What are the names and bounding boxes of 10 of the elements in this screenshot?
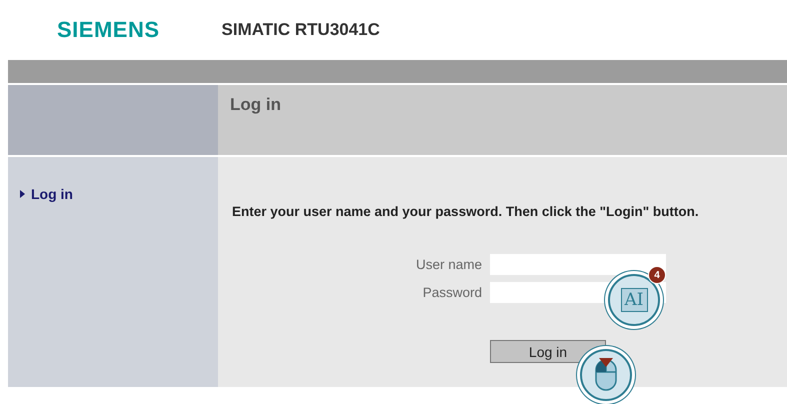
field-label: User name	[414, 257, 482, 272]
logo: SIEMENS	[57, 17, 160, 43]
mouse-icon	[594, 358, 618, 392]
keyboard-key-icon: AI	[620, 288, 648, 312]
triangle-icon	[20, 190, 25, 198]
product-name: SIMATIC RTU3041C	[222, 20, 380, 40]
page-title: Log in	[230, 95, 282, 115]
field-label: Password	[422, 285, 482, 300]
sidebar-item[interactable]: Log in	[20, 186, 73, 202]
instruction-text: Enter your user name and your password. Then click the "Login" button.	[232, 204, 700, 219]
